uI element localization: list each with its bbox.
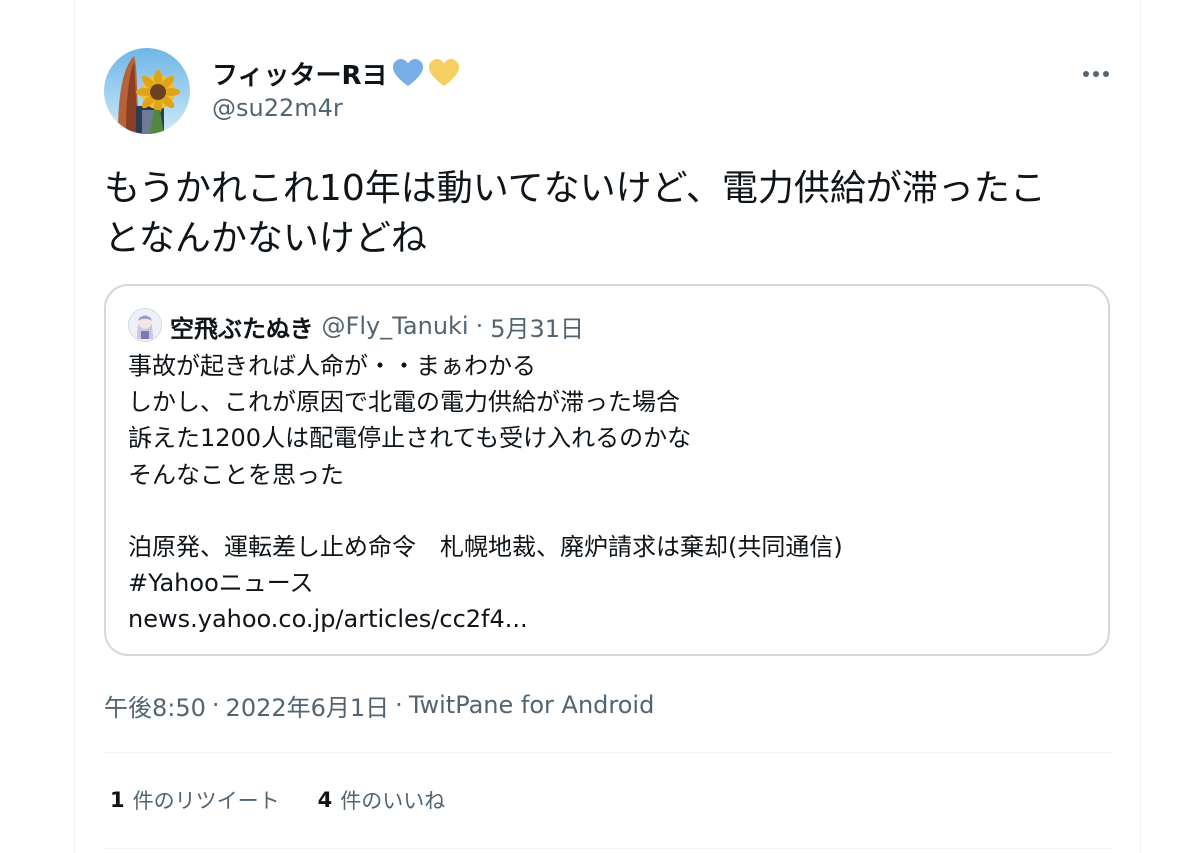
quoted-text-line: 事故が起きれば人命が・・まぁわかる xyxy=(128,352,536,380)
quoted-text-line: しかし、これが原因で北電の電力供給が滞った場合 xyxy=(128,388,680,417)
quoted-text-line: 泊原発、運転差し止め命令 札幌地裁、廃炉請求は棄却(共同通信) xyxy=(128,532,843,561)
avatar-image xyxy=(104,48,190,134)
quoted-author-avatar xyxy=(128,308,162,342)
divider xyxy=(104,752,1112,753)
quoted-avatar-image xyxy=(129,309,161,341)
tweet-text-line: もうかれこれ10年は動いてないけど、電力供給が滞ったこ xyxy=(104,168,1046,209)
tweet-metadata: 午後8:50 · 2022年6月1日 · TwitPane for Androi… xyxy=(104,686,654,724)
author-handle[interactable]: @su22m4r xyxy=(212,94,343,122)
timeline-left-border xyxy=(74,0,75,853)
likes-count: 4 xyxy=(317,788,333,812)
quoted-link: news.yahoo.co.jp/articles/cc2f4... xyxy=(128,605,528,634)
yellow-heart-icon xyxy=(428,59,459,86)
tweet-time[interactable]: 午後8:50 xyxy=(104,688,206,723)
likes-stat[interactable]: 4 件のいいね xyxy=(318,785,446,815)
meta-separator: · xyxy=(211,691,220,719)
quoted-date[interactable]: 5月31日 xyxy=(490,309,584,344)
more-options-button[interactable] xyxy=(1080,62,1112,86)
author-name-row[interactable]: フィッターRヨ xyxy=(212,55,460,92)
meta-separator: · xyxy=(395,691,403,719)
tweet-source[interactable]: TwitPane for Android xyxy=(409,691,655,719)
likes-label: 件のいいね xyxy=(340,789,446,813)
more-horizontal-icon xyxy=(1083,71,1109,77)
blue-heart-shape xyxy=(392,59,423,86)
tweet-text: もうかれこれ10年は動いてないけど、電力供給が滞ったこ となんかないけどね xyxy=(104,164,1114,264)
quoted-text-line: 訴えた1200人は配電停止されても受け入れるのかな xyxy=(128,424,692,453)
author-display-name[interactable]: フィッターRヨ xyxy=(212,55,388,92)
tweet-text-line: となんかないけどね xyxy=(104,218,427,259)
quoted-author-name[interactable]: 空飛ぶたぬき xyxy=(170,309,314,344)
tweet-date[interactable]: 2022年6月1日 xyxy=(226,688,390,723)
yellow-heart-shape xyxy=(428,59,459,86)
quoted-tweet-text: 事故が起きれば人命が・・まぁわかる しかし、これが原因で北電の電力供給が滞った場… xyxy=(128,348,1088,638)
divider xyxy=(104,848,1112,849)
quoted-tweet-header: 空飛ぶたぬき @Fly_Tanuki · 5月31日 xyxy=(170,308,584,344)
quoted-text-line: そんなことを思った xyxy=(128,460,344,489)
tweet-stats: 1 件のリツイート 4 件のいいね xyxy=(110,784,445,816)
quoted-text-blank-line xyxy=(128,493,1088,529)
blue-heart-icon xyxy=(392,59,423,86)
quoted-tweet-card[interactable]: 空飛ぶたぬき @Fly_Tanuki · 5月31日 事故が起きれば人命が・・ま… xyxy=(104,284,1110,656)
retweets-label: 件のリツイート xyxy=(132,789,280,813)
quoted-hashtag: #Yahooニュース xyxy=(128,569,314,598)
timeline-right-border xyxy=(1140,0,1141,853)
quoted-author-handle[interactable]: @Fly_Tanuki xyxy=(322,312,469,340)
retweets-count: 1 xyxy=(110,788,125,812)
retweets-stat[interactable]: 1 件のリツイート xyxy=(110,785,280,815)
author-avatar[interactable] xyxy=(104,48,190,134)
quoted-separator: · xyxy=(475,312,484,340)
